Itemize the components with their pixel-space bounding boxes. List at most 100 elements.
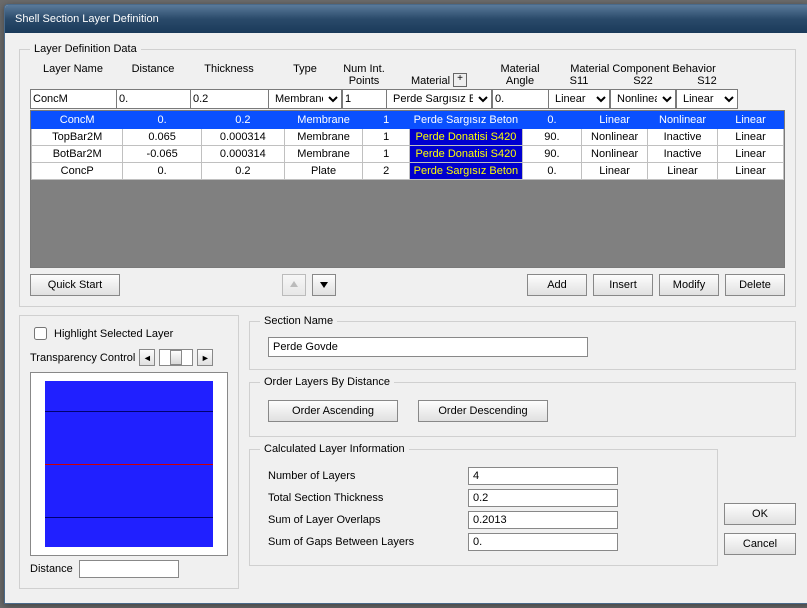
cell-s22: Linear [648, 163, 718, 180]
cell-s11: Nonlinear [582, 129, 648, 146]
distance-readout[interactable] [79, 560, 179, 578]
cell-s11: Linear [582, 163, 648, 180]
overlaps-label: Sum of Layer Overlaps [268, 514, 468, 526]
titlebar[interactable]: Shell Section Layer Definition [5, 5, 807, 33]
table-row[interactable]: ConcM0.0.2Membrane1Perde Sargısız Beton0… [32, 112, 784, 129]
num-layers-value [468, 467, 618, 485]
slider-thumb[interactable] [170, 350, 182, 365]
edit-row: Membrane Perde Sargısız B Linear Nonline… [30, 89, 785, 109]
cell-name: ConcP [32, 163, 123, 180]
s22-select[interactable]: Nonlinear [610, 89, 676, 109]
cell-thick: 0.2 [201, 112, 284, 129]
cell-type: Membrane [284, 146, 363, 163]
hdr-component-behavior: Material Component Behavior [548, 63, 738, 75]
total-thickness-label: Total Section Thickness [268, 492, 468, 504]
cell-ang: 0. [522, 112, 581, 129]
layers-table-wrap[interactable]: ConcM0.0.2Membrane1Perde Sargısız Beton0… [30, 110, 785, 268]
highlight-label: Highlight Selected Layer [54, 328, 173, 340]
transparency-right-button[interactable]: ► [197, 349, 213, 366]
material-select[interactable]: Perde Sargısız B [386, 89, 492, 109]
thickness-input[interactable] [190, 89, 268, 109]
cell-s22: Inactive [648, 146, 718, 163]
preview-layer-line [45, 411, 213, 412]
hdr-component-behavior-group: Material Component Behavior S11 S22 S12 [548, 63, 738, 87]
cell-dist: 0. [123, 112, 202, 129]
calculated-info-legend: Calculated Layer Information [260, 443, 409, 455]
highlight-row: Highlight Selected Layer [30, 324, 228, 343]
delete-button[interactable]: Delete [725, 274, 785, 296]
layer-definition-legend: Layer Definition Data [30, 43, 141, 55]
gaps-value [468, 533, 618, 551]
hdr-distance: Distance [116, 63, 190, 87]
transparency-slider[interactable] [159, 349, 193, 366]
s11-select[interactable]: Linear [548, 89, 610, 109]
cell-ang: 0. [522, 163, 581, 180]
layers-table: ConcM0.0.2Membrane1Perde Sargısız Beton0… [31, 111, 784, 180]
highlight-checkbox[interactable] [34, 327, 47, 340]
section-name-fieldset: Section Name [249, 315, 796, 370]
cell-pts: 2 [363, 163, 410, 180]
overlaps-value [468, 511, 618, 529]
cell-s12: Linear [718, 129, 784, 146]
num-layers-label: Number of Layers [268, 470, 468, 482]
preview-fieldset: Highlight Selected Layer Transparency Co… [19, 315, 239, 589]
cell-dist: 0. [123, 163, 202, 180]
distance-label: Distance [30, 563, 73, 575]
hdr-type: Type [268, 63, 342, 87]
cell-name: BotBar2M [32, 146, 123, 163]
dialog-content: Layer Definition Data Layer Name Distanc… [5, 33, 807, 603]
lower-area: Highlight Selected Layer Transparency Co… [19, 315, 796, 597]
s12-select[interactable]: Linear [676, 89, 738, 109]
hdr-s12: S12 [676, 75, 738, 87]
cell-s12: Linear [718, 112, 784, 129]
cancel-button[interactable]: Cancel [724, 533, 796, 555]
table-row[interactable]: ConcP0.0.2Plate2Perde Sargısız Beton0.Li… [32, 163, 784, 180]
layer-name-input[interactable] [30, 89, 116, 109]
cell-thick: 0.000314 [201, 146, 284, 163]
modify-button[interactable]: Modify [659, 274, 719, 296]
cell-name: TopBar2M [32, 129, 123, 146]
layer-definition-fieldset: Layer Definition Data Layer Name Distanc… [19, 43, 796, 307]
cell-s11: Nonlinear [582, 146, 648, 163]
add-button[interactable]: Add [527, 274, 587, 296]
material-add-button[interactable]: + [453, 73, 467, 87]
cell-mat: Perde Donatisi S420 [410, 146, 523, 163]
material-angle-input[interactable] [492, 89, 548, 109]
move-up-button[interactable] [282, 274, 306, 296]
cell-dist: -0.065 [123, 146, 202, 163]
insert-button[interactable]: Insert [593, 274, 653, 296]
cell-type: Membrane [284, 129, 363, 146]
table-buttons-row: Quick Start Add Insert Modify Delete [30, 274, 785, 296]
table-row[interactable]: BotBar2M-0.0650.000314Membrane1Perde Don… [32, 146, 784, 163]
quick-start-button[interactable]: Quick Start [30, 274, 120, 296]
hdr-s22: S22 [610, 75, 676, 87]
cell-mat: Perde Sargısız Beton [410, 163, 523, 180]
order-ascending-button[interactable]: Order Ascending [268, 400, 398, 422]
hdr-thickness: Thickness [190, 63, 268, 87]
cell-name: ConcM [32, 112, 123, 129]
move-down-button[interactable] [312, 274, 336, 296]
preview-mid-line [45, 464, 213, 465]
cell-pts: 1 [363, 112, 410, 129]
transparency-left-button[interactable]: ◄ [139, 349, 155, 366]
hdr-s11: S11 [548, 75, 610, 87]
cell-type: Membrane [284, 112, 363, 129]
order-descending-button[interactable]: Order Descending [418, 400, 548, 422]
cell-s22: Inactive [648, 129, 718, 146]
distance-input[interactable] [116, 89, 190, 109]
calculated-info-fieldset: Calculated Layer Information Number of L… [249, 443, 718, 566]
type-select[interactable]: Membrane [268, 89, 342, 109]
distance-readout-row: Distance [30, 560, 228, 578]
gaps-label: Sum of Gaps Between Layers [268, 536, 468, 548]
section-name-legend: Section Name [260, 315, 337, 327]
cell-thick: 0.000314 [201, 129, 284, 146]
table-row[interactable]: TopBar2M0.0650.000314Membrane1Perde Dona… [32, 129, 784, 146]
ok-button[interactable]: OK [724, 503, 796, 525]
order-legend: Order Layers By Distance [260, 376, 394, 388]
order-fieldset: Order Layers By Distance Order Ascending… [249, 376, 796, 437]
section-name-input[interactable] [268, 337, 588, 357]
cell-ang: 90. [522, 146, 581, 163]
preview-layer-line [45, 517, 213, 518]
dialog-action-buttons: OK Cancel [724, 443, 796, 572]
num-int-points-input[interactable] [342, 89, 386, 109]
